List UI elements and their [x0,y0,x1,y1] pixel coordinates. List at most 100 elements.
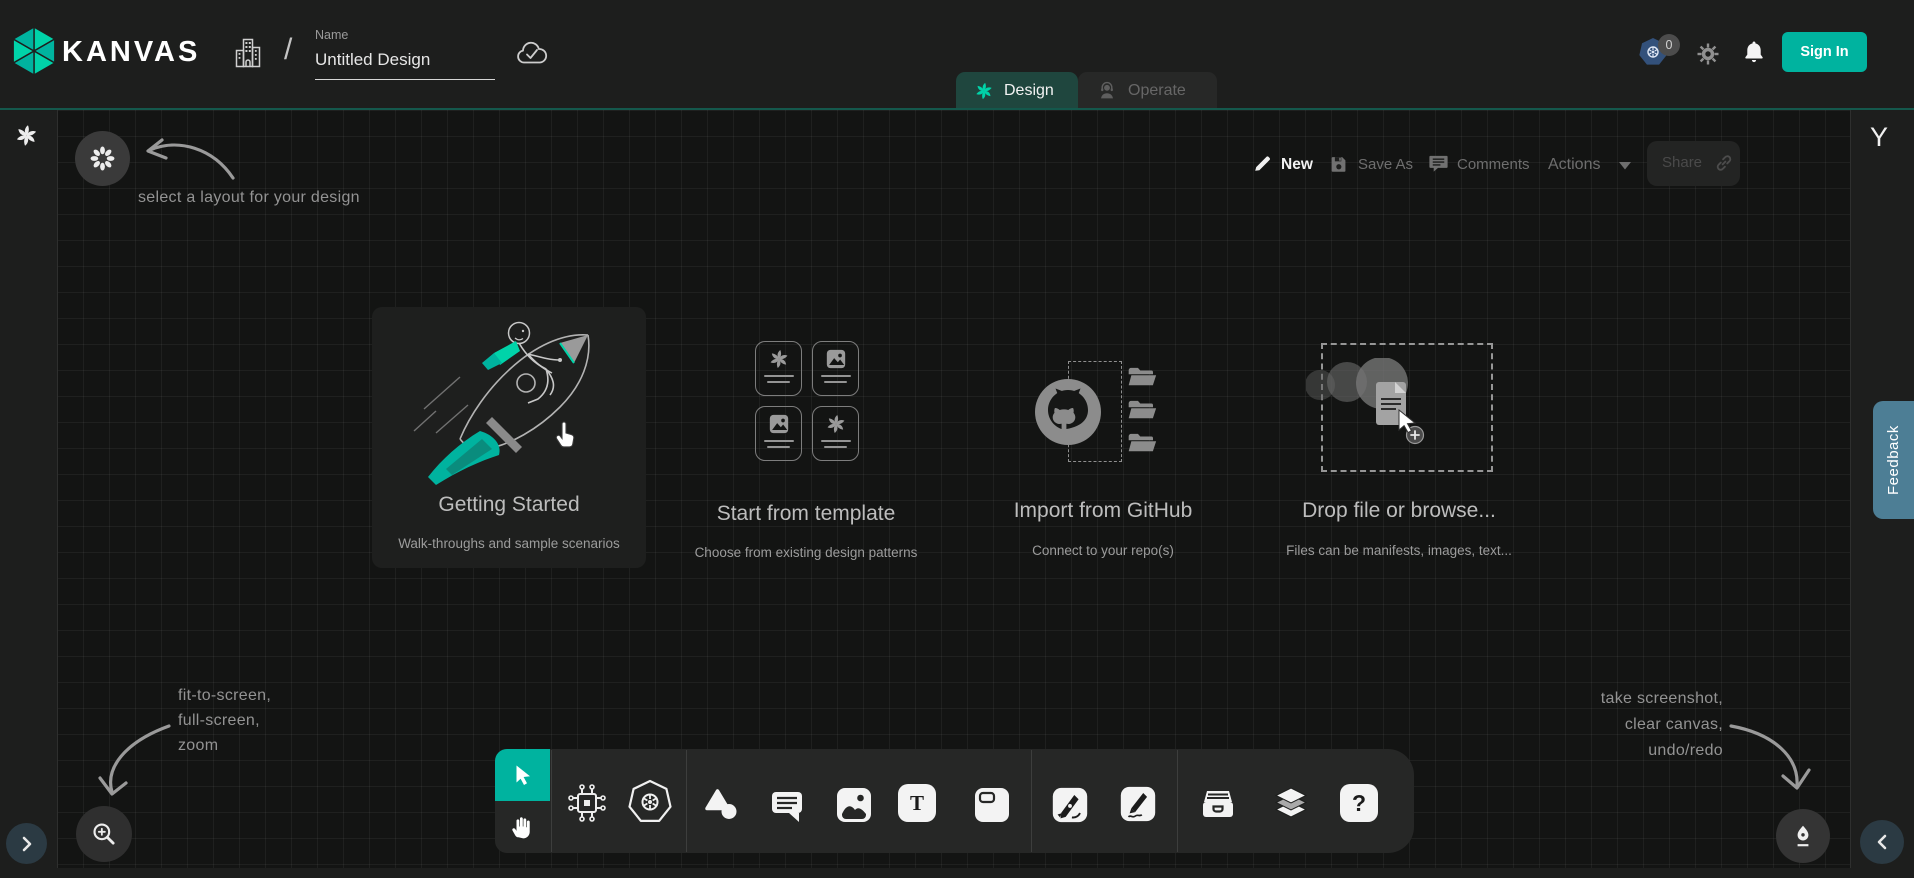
layout-hint-text: select a layout for your design [138,185,398,210]
text-tool-button[interactable]: T [898,784,936,822]
pan-tool-button[interactable] [495,801,550,853]
template-thumb-image [755,406,802,461]
save-as-icon[interactable] [1328,153,1350,175]
canvas-top-divider [0,108,1914,110]
pen-nib-icon [1790,823,1816,849]
select-cursor-icon [511,763,535,787]
app-logo-text: KANVAS [62,36,200,69]
cluster-count-value: 0 [1666,38,1673,52]
repo-folder-icon [1126,431,1158,453]
infrastructure-tool-button[interactable] [564,780,610,826]
hint-line: zoom [178,733,271,758]
design-name-input[interactable]: Untitled Design [315,50,495,80]
design-spiral-icon [974,81,994,101]
feedback-tab[interactable]: Feedback [1873,401,1914,519]
card-start-from-template[interactable]: Start from template Choose from existing… [660,330,952,570]
hint-line: clear canvas, [1523,712,1723,738]
tab-operate[interactable]: Operate [1078,72,1217,110]
pencil-draw-tool-button[interactable] [1117,783,1159,825]
share-link-icon [1713,152,1735,174]
github-octocat-icon [1034,378,1102,446]
chevron-left-icon [1869,829,1895,855]
hint-line: full-screen, [178,708,271,733]
collapse-panel-button[interactable] [1860,820,1904,864]
kubernetes-tool-button[interactable] [627,779,673,825]
share-label: Share [1662,154,1702,171]
breadcrumb-separator: / [284,33,292,67]
sign-in-button[interactable]: Sign In [1782,32,1867,72]
chevron-down-icon[interactable] [1617,160,1633,172]
new-design-button[interactable]: New [1281,156,1313,174]
help-tool-button[interactable]: ? [1340,784,1378,822]
zoom-button[interactable] [76,806,132,862]
comments-icon[interactable] [1427,152,1450,175]
select-tool-button[interactable] [495,749,550,801]
save-as-button[interactable]: Save As [1358,156,1413,173]
card-subtitle: Walk-throughs and sample scenarios [372,536,646,551]
help-glyph: ? [1352,790,1366,817]
shapes-tool-button[interactable] [700,784,744,828]
hand-pan-icon [510,814,536,840]
rocket-doodle [402,313,616,489]
canvas-actions-button[interactable] [1776,809,1830,863]
layout-selector-button[interactable] [75,131,130,186]
settings-gear-icon[interactable] [1696,42,1720,66]
notifications-bell-icon[interactable] [1742,39,1766,66]
card-subtitle: Choose from existing design patterns [660,545,952,560]
node-y-icon[interactable]: Y [1870,122,1888,153]
card-title: Drop file or browse... [1253,499,1545,523]
pen-path-tool-button[interactable] [1049,784,1091,826]
feedback-label: Feedback [1885,425,1902,495]
screenshot-hint-text: take screenshot, clear canvas, undo/redo [1523,686,1723,764]
card-title: Start from template [660,502,952,526]
card-title: Import from GitHub [957,499,1249,523]
card-subtitle: Files can be manifests, images, text... [1253,543,1545,558]
hint-line: fit-to-screen, [178,683,271,708]
kanvas-logo-icon [12,26,56,76]
sign-in-label: Sign In [1800,44,1848,60]
tab-design[interactable]: Design [956,72,1078,110]
layout-hint-arrow [138,130,238,186]
actions-dropdown[interactable]: Actions [1548,156,1600,174]
card-import-github[interactable]: Import from GitHub Connect to your repo(… [957,330,1249,570]
template-image-icon [825,348,847,370]
template-spiral-icon [768,348,790,370]
layout-flower-icon [89,145,116,172]
chevron-right-icon [14,831,40,857]
template-thumb-design [812,406,859,461]
card-title: Getting Started [372,493,646,517]
comment-tool-button[interactable] [765,784,809,828]
card-subtitle: Connect to your repo(s) [957,543,1249,558]
toolbar-divider [551,750,552,852]
left-rail [0,110,58,868]
cluster-count-badge[interactable]: 0 [1658,34,1680,56]
new-design-icon[interactable] [1252,152,1274,174]
card-drop-file[interactable]: Drop file or browse... Files can be mani… [1253,330,1545,570]
zoom-hint-arrow [95,720,175,802]
card-getting-started[interactable]: Getting Started Walk-throughs and sample… [372,307,646,568]
toolbar-divider [686,750,687,852]
expand-panel-button[interactable] [6,823,47,864]
meshery-spiral-icon[interactable] [14,123,39,148]
share-button[interactable]: Share [1647,141,1740,186]
repo-folder-icon [1126,398,1158,420]
note-tool-button[interactable] [970,783,1014,827]
template-image-icon [768,413,790,435]
drawer-tool-button[interactable] [1196,784,1240,828]
zoom-hint-text: fit-to-screen, full-screen, zoom [178,683,271,758]
cloud-saved-icon [515,40,549,68]
layers-tool-button[interactable] [1269,783,1313,827]
operator-icon [1096,80,1118,102]
text-tool-glyph: T [910,791,924,816]
drop-file-illustration [1306,358,1436,453]
template-thumbnails [755,341,859,461]
template-spiral-icon [825,413,847,435]
template-thumb-image [812,341,859,396]
comments-button[interactable]: Comments [1457,156,1530,173]
organization-icon[interactable] [233,37,263,69]
image-tool-button[interactable] [832,783,876,827]
template-thumb-design [755,341,802,396]
toolbar-divider [1031,750,1032,852]
magnifier-plus-icon [90,820,118,848]
tab-operate-label: Operate [1128,82,1186,100]
